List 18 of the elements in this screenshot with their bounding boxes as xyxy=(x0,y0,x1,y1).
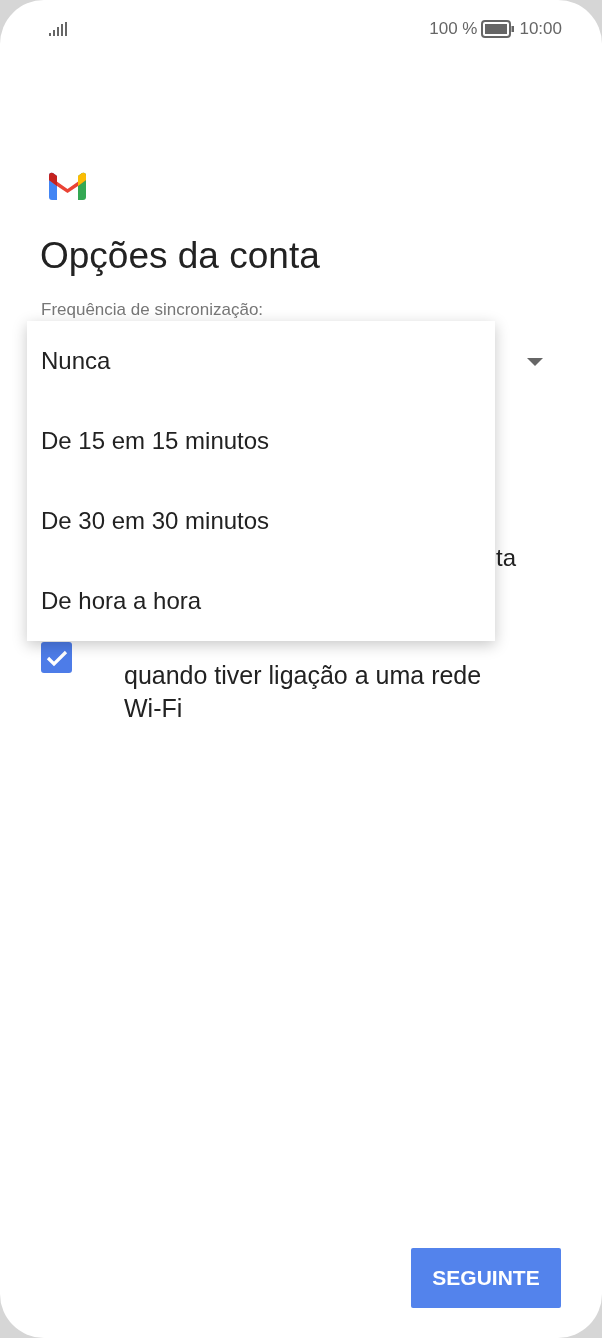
page-title: Opções da conta xyxy=(40,234,321,278)
menu-item[interactable]: De 30 em 30 minutos xyxy=(27,481,495,561)
menu-item[interactable]: Nunca xyxy=(27,321,495,401)
signal-icon xyxy=(49,22,69,36)
next-button[interactable]: SEGUINTE xyxy=(411,1248,561,1308)
checkbox[interactable] xyxy=(41,642,72,673)
field-label: Frequência de sincronização: xyxy=(41,300,265,320)
checkmark-icon xyxy=(45,648,68,667)
dropdown-caret-icon[interactable] xyxy=(527,358,543,366)
mail-logo-icon xyxy=(49,172,86,200)
battery-icon xyxy=(481,20,516,38)
menu-item[interactable]: De hora a hora xyxy=(27,561,495,641)
battery-percentage: 100 % xyxy=(429,19,478,39)
menu-item[interactable]: De 15 em 15 minutos xyxy=(27,401,495,481)
checkbox-label: Wi-Fi xyxy=(124,693,184,724)
checkbox-label: quando tiver ligação a uma rede xyxy=(124,660,483,691)
clock-time: 10:00 xyxy=(519,19,562,39)
option-text: ta xyxy=(496,544,516,571)
